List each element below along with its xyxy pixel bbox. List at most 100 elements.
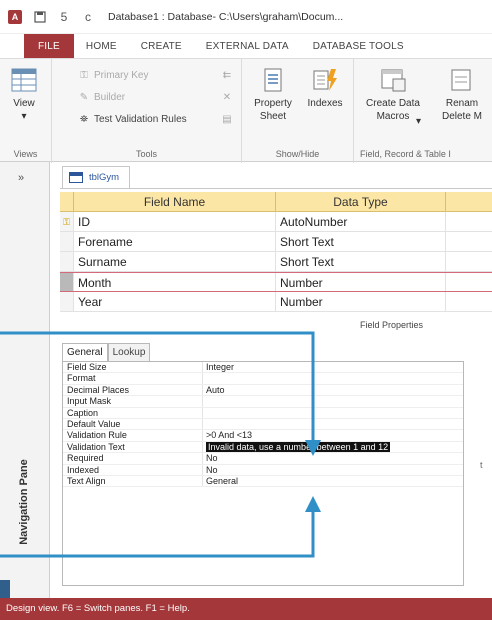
data-type-cell[interactable]: Short Text [276, 232, 446, 251]
field-name-cell[interactable]: Year [74, 292, 276, 311]
navigation-pane[interactable]: » Navigation Pane [0, 162, 50, 598]
tab-database-tools[interactable]: DATABASE TOOLS [301, 34, 416, 58]
modify-lookups-icon[interactable]: ▤ [220, 113, 234, 125]
view-button[interactable]: View ▾ [10, 67, 38, 123]
tab-file[interactable]: FILE [24, 34, 74, 58]
view-dropdown-icon: ▾ [21, 111, 27, 122]
field-name-cell[interactable]: Month [74, 273, 276, 291]
property-value[interactable] [203, 373, 463, 383]
row-selector[interactable] [60, 232, 74, 251]
property-value[interactable]: No [203, 453, 463, 463]
field-grid: Field Name Data Type ⚿ ID AutoNumber For… [60, 192, 492, 312]
description-cell[interactable] [446, 292, 492, 311]
field-row-current[interactable]: Month Number [60, 272, 492, 292]
undo-icon[interactable]: 5 [56, 9, 72, 25]
test-validation-rules-button[interactable]: ⛯ Test Validation Rules [78, 113, 187, 125]
validation-rule-value[interactable]: >0 And <13 [203, 430, 463, 440]
property-row[interactable]: Decimal Places Auto [63, 384, 463, 397]
show-hide-group-label: Show/Hide [275, 149, 320, 159]
description-cell[interactable] [446, 212, 492, 231]
title-bar: A 5 c Database1 : Database- C:\Users\gra… [0, 0, 492, 34]
corner-accent [0, 580, 10, 598]
property-value[interactable] [203, 419, 463, 429]
validation-text-selection[interactable]: Invalid data, use a number between 1 and… [206, 441, 391, 452]
tab-external-data[interactable]: EXTERNAL DATA [194, 34, 301, 58]
property-sheet-icon [264, 68, 282, 92]
field-name-cell[interactable]: ID [74, 212, 276, 231]
delete-rows-icon[interactable]: ✕ [220, 91, 234, 103]
tab-create[interactable]: CREATE [129, 34, 194, 58]
key-icon: ⚿ [80, 69, 88, 81]
expand-nav-pane-icon[interactable]: » [18, 172, 24, 184]
property-value[interactable] [203, 396, 463, 406]
description-cell[interactable] [446, 273, 492, 291]
save-icon[interactable] [32, 9, 48, 25]
property-row[interactable]: Validation Rule >0 And <13 [63, 430, 463, 442]
property-row[interactable]: Input Mask [63, 396, 463, 408]
indexes-icon [313, 69, 337, 91]
description-cell[interactable] [446, 252, 492, 271]
group-views: View ▾ Views [0, 59, 52, 163]
property-value[interactable]: Auto [203, 385, 463, 395]
property-value[interactable]: Integer [203, 362, 463, 372]
data-type-cell[interactable]: Short Text [276, 252, 446, 271]
property-value[interactable]: General [203, 476, 463, 486]
property-value[interactable]: No [203, 465, 463, 475]
property-sheet-button[interactable]: Property Sheet [248, 67, 298, 123]
property-name: Required [63, 453, 203, 464]
validation-text-value[interactable]: Invalid data, use a number between 1 and… [203, 441, 463, 452]
redo-icon[interactable]: c [80, 9, 96, 25]
field-name-cell[interactable]: Forename [74, 232, 276, 251]
primary-key-button[interactable]: ⚿ Primary Key [78, 69, 148, 81]
builder-icon: ✎ [79, 91, 89, 103]
property-name: Caption [63, 407, 203, 418]
tab-general[interactable]: General [62, 343, 108, 361]
field-row[interactable]: ⚿ ID AutoNumber [60, 212, 492, 232]
property-name: Indexed [63, 464, 203, 475]
access-app-icon[interactable]: A [8, 9, 22, 24]
views-group-label: Views [13, 149, 38, 159]
property-name: Text Align [63, 475, 203, 487]
property-sheet-label: Property Sheet [254, 98, 292, 122]
navigation-pane-label[interactable]: Navigation Pane [18, 459, 30, 545]
test-validation-icon: ⛯ [80, 113, 88, 125]
row-selector[interactable] [60, 292, 74, 311]
property-row[interactable]: Indexed No [63, 464, 463, 476]
data-type-cell[interactable]: Number [276, 273, 446, 291]
builder-button[interactable]: ✎ Builder [78, 91, 125, 103]
field-events-group-label: Field, Record & Table I [360, 149, 451, 159]
property-row[interactable]: Default Value [63, 418, 463, 431]
rename-delete-macro-button[interactable]: Renam Delete M [432, 67, 492, 123]
property-name: Field Size [63, 362, 203, 373]
insert-rows-icon[interactable]: ⇇ [220, 69, 234, 81]
data-type-cell[interactable]: Number [276, 292, 446, 311]
property-row[interactable]: Caption [63, 407, 463, 419]
create-data-macros-button[interactable]: Create Data Macros ▾ [358, 67, 428, 127]
field-row[interactable]: Year Number [60, 292, 492, 312]
primary-key-icon[interactable]: ⚿ [60, 212, 74, 231]
window-title: Database1 : Database- C:\Users\graham\Do… [108, 10, 344, 23]
description-cell[interactable] [446, 232, 492, 251]
property-row[interactable]: Required No [63, 453, 463, 465]
property-name: Format [63, 373, 203, 384]
object-tab-tblgym[interactable]: tblGym [62, 166, 131, 188]
tab-home[interactable]: HOME [74, 34, 129, 58]
field-row[interactable]: Surname Short Text [60, 252, 492, 272]
indexes-button[interactable]: Indexes [300, 67, 350, 110]
field-name-cell[interactable]: Surname [74, 252, 276, 271]
create-data-macros-icon [381, 69, 406, 92]
property-value[interactable] [203, 408, 463, 418]
current-row-selector[interactable] [60, 273, 74, 291]
property-row[interactable]: Format [63, 373, 463, 385]
data-type-cell[interactable]: AutoNumber [276, 212, 446, 231]
field-row[interactable]: Forename Short Text [60, 232, 492, 252]
tab-lookup[interactable]: Lookup [107, 343, 151, 361]
property-row[interactable]: Field Size Integer [63, 362, 463, 374]
tools-group-label: Tools [135, 149, 157, 159]
property-name: Decimal Places [63, 384, 203, 396]
datasheet-view-icon [11, 68, 37, 92]
property-row[interactable]: Text Align General [63, 475, 463, 488]
property-row-validation-text[interactable]: Validation Text Invalid data, use a numbe… [63, 441, 463, 454]
field-properties-label: Field Properties [360, 320, 424, 330]
row-selector[interactable] [60, 252, 74, 271]
